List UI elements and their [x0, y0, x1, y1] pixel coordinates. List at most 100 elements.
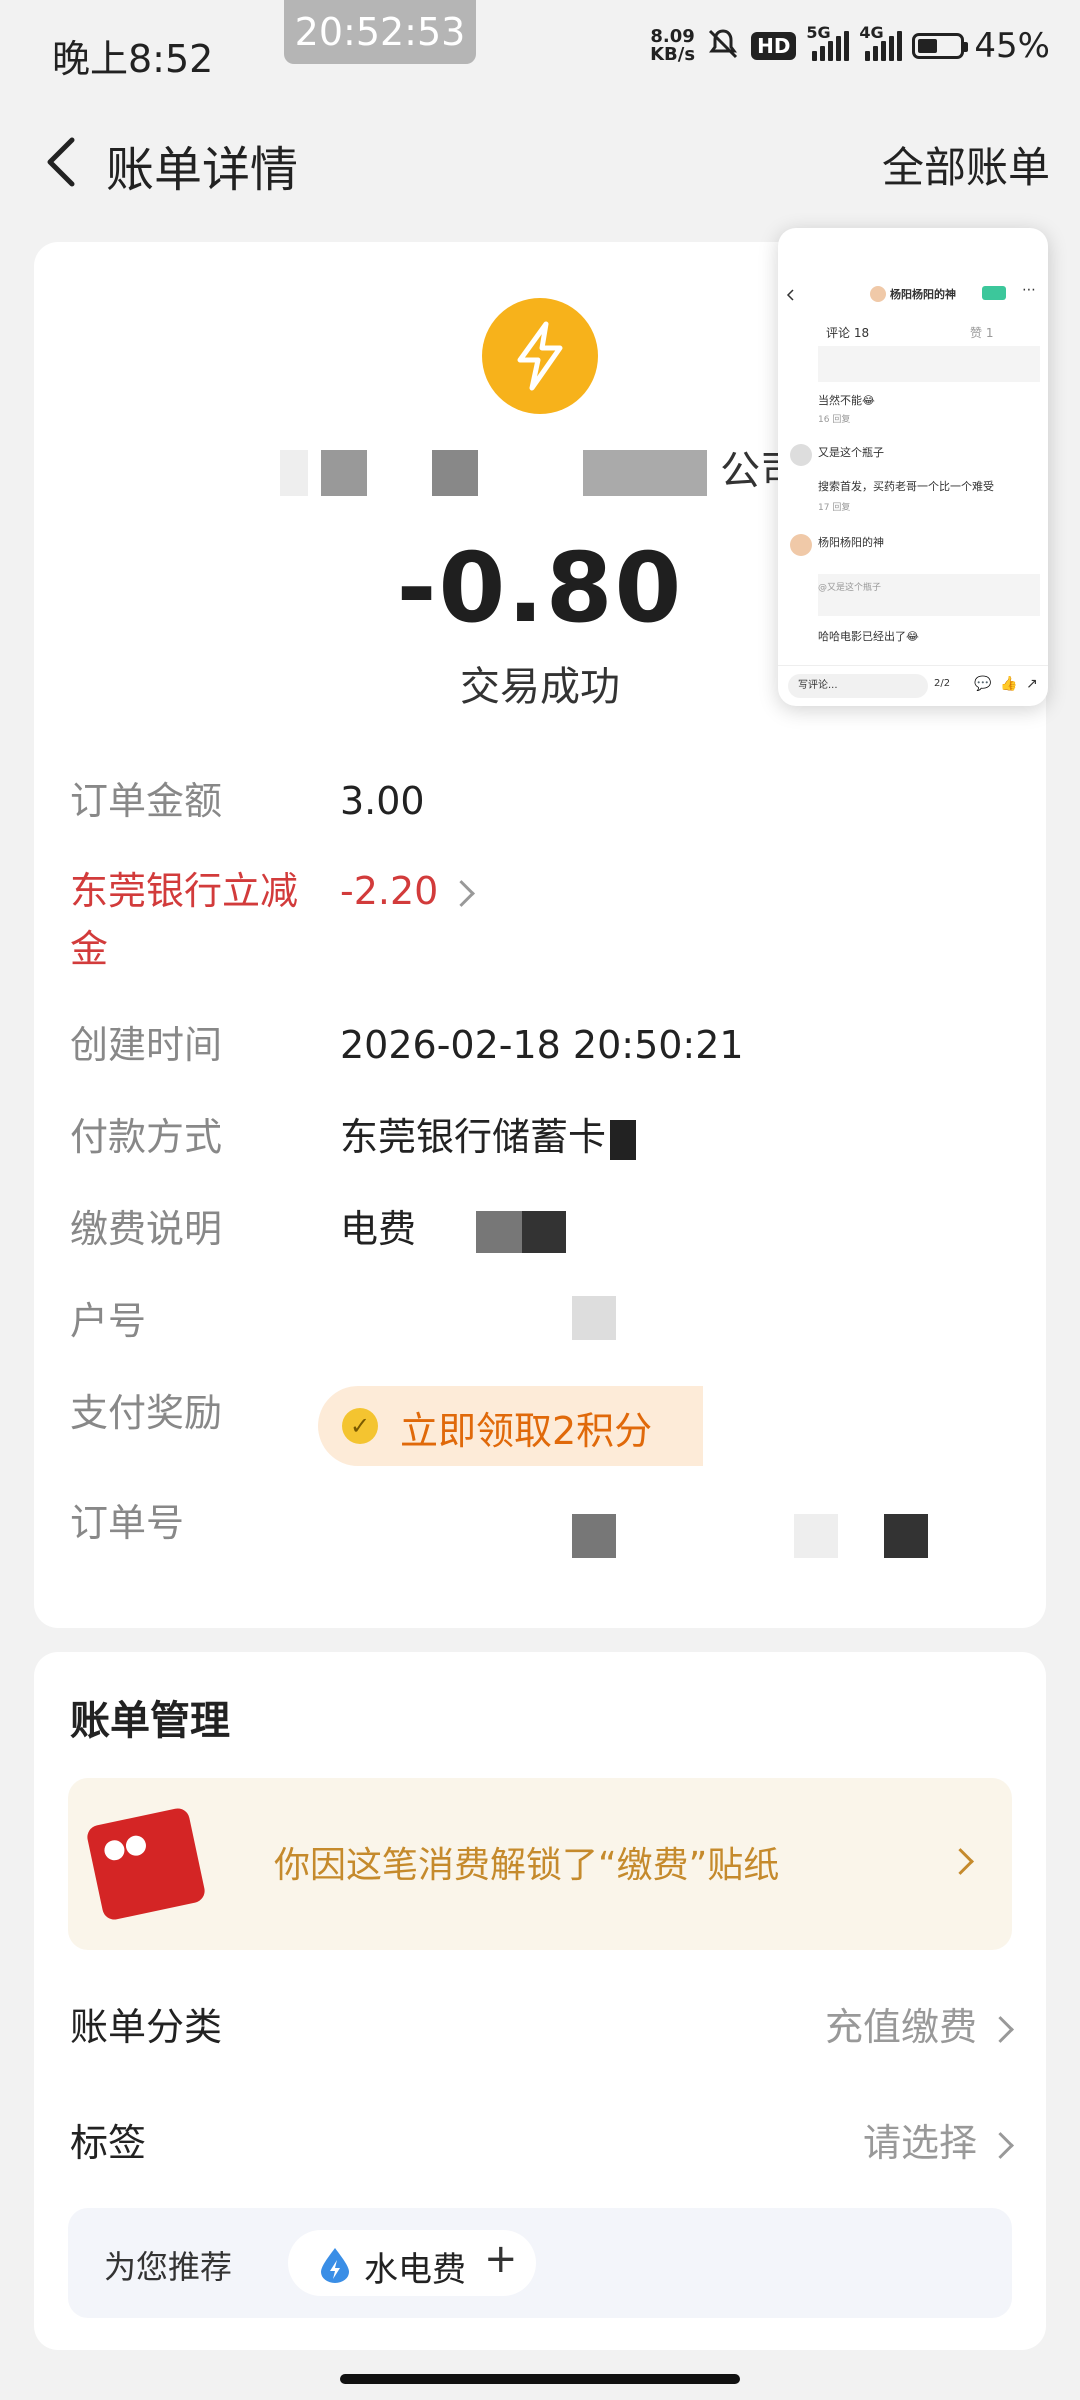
- battery-icon: [912, 33, 969, 59]
- redaction-block: [379, 450, 420, 496]
- redaction-block: [522, 1210, 567, 1253]
- comment-text: 当然不能😂: [818, 394, 875, 407]
- redaction-block: [279, 450, 308, 496]
- comment-meta: 17 回复: [818, 503, 851, 513]
- chevron-right-icon: [987, 2016, 1014, 2043]
- avatar: [790, 444, 812, 466]
- discount-amount: -2.20: [340, 869, 439, 913]
- page-title: 账单详情: [106, 142, 299, 198]
- detail-label: 付款方式: [70, 1115, 223, 1159]
- plus-icon: +: [484, 2236, 518, 2282]
- points-coin-icon: ✓: [342, 1408, 378, 1444]
- redaction-block: [583, 450, 708, 496]
- comment-user: 又是这个瓶子: [818, 446, 884, 459]
- recommend-chip-label: 水电费: [364, 2250, 466, 2290]
- sticker-text: 你因这笔消费解锁了“缴费”贴纸: [274, 1845, 780, 1886]
- section-title: 账单管理: [70, 1698, 230, 1744]
- detail-label: 创建时间: [70, 1023, 223, 1067]
- like-icon: 👍: [1000, 676, 1018, 692]
- hd-badge: HD: [751, 32, 797, 60]
- home-indicator[interactable]: [340, 2374, 740, 2384]
- category-label: 账单分类: [70, 2005, 223, 2049]
- recommend-chip-utilities[interactable]: 水电费 +: [288, 2230, 536, 2296]
- red-card-sticker-icon: [85, 1806, 207, 1922]
- share-icon: ↗: [1026, 676, 1038, 692]
- comment-user: 杨阳杨阳的神: [818, 536, 884, 549]
- redaction-block: [432, 450, 478, 496]
- detail-label: 支付奖励: [70, 1391, 223, 1435]
- detail-value: 东莞银行储蓄卡: [340, 1108, 637, 1166]
- comment-input-bar: 写评论... 2/2 💬 👍 ↗: [778, 665, 1048, 706]
- tag-value: 请选择: [862, 2108, 1014, 2178]
- pip-title: 杨阳杨阳的神: [890, 288, 956, 301]
- comment-text: 搜索首发，买药老哥一个比一个难受: [818, 480, 994, 493]
- claim-reward-button[interactable]: ✓ 立即领取2积分: [318, 1386, 703, 1466]
- comment-input[interactable]: 写评论...: [788, 674, 928, 698]
- avatar: [790, 534, 812, 556]
- signal-4g-icon: 4G: [859, 23, 903, 61]
- detail-value: 3.00: [340, 779, 425, 823]
- avatar: [870, 286, 886, 302]
- tab-comments: 评论 18: [826, 326, 870, 340]
- bill-category-row[interactable]: 账单分类 充值缴费: [70, 1992, 1014, 2062]
- detail-value: 2026-02-18 20:50:21: [340, 1023, 744, 1067]
- water-drop-icon: [321, 2248, 349, 2283]
- comment-icon: 💬: [974, 676, 992, 692]
- chevron-right-icon: [448, 880, 476, 907]
- sim1-label: 5G: [806, 23, 831, 42]
- quote-box: [818, 346, 1040, 382]
- all-bills-link[interactable]: 全部账单: [882, 134, 1050, 195]
- fee-note-text: 电费: [340, 1207, 417, 1251]
- tag-value-text: 请选择: [862, 2121, 977, 2165]
- merchant-logo: [482, 298, 598, 414]
- redaction-block: [572, 1296, 616, 1340]
- net-speed: 8.09 KB/s: [650, 28, 695, 64]
- sticker-banner[interactable]: 你因这笔消费解锁了“缴费”贴纸: [68, 1778, 1012, 1950]
- detail-label: 订单号: [70, 1501, 185, 1545]
- redaction-block: [490, 450, 571, 496]
- category-value-text: 充值缴费: [824, 2005, 977, 2049]
- lightning-icon: [517, 321, 563, 391]
- comment-text: 哈哈电影已经出了😂: [818, 630, 919, 643]
- comment-quote: @又是这个瓶子: [818, 583, 882, 593]
- signal-5g-icon: 5G: [806, 23, 850, 61]
- detail-value-discount: -2.20: [340, 862, 476, 920]
- recommend-box: 为您推荐 水电费 +: [68, 2208, 1012, 2318]
- detail-label: 缴费说明: [70, 1207, 223, 1251]
- chevron-right-icon: [987, 2132, 1014, 2159]
- clock-overlay: 20:52:53: [284, 0, 476, 64]
- redaction-block: [476, 1210, 523, 1253]
- detail-row-discount[interactable]: 东莞银行立减金 -2.20: [70, 862, 1010, 978]
- chevron-left-icon: [786, 289, 794, 301]
- chevron-left-icon: [47, 137, 75, 187]
- chevron-right-icon: [947, 1848, 974, 1875]
- page-indicator: 2/2: [934, 678, 951, 689]
- status-time: 晚上8:52: [52, 37, 214, 81]
- payment-method-text: 东莞银行储蓄卡: [340, 1115, 607, 1159]
- bill-management-card: 账单管理 你因这笔消费解锁了“缴费”贴纸 账单分类 充值缴费 标签 请选择 为您…: [34, 1652, 1046, 2350]
- net-speed-unit: KB/s: [650, 44, 696, 65]
- sim2-label: 4G: [859, 23, 884, 42]
- back-button[interactable]: [34, 132, 94, 192]
- more-icon: ⋯: [1022, 282, 1036, 298]
- detail-label: 订单金额: [70, 779, 223, 823]
- detail-label: 东莞银行立减金: [70, 869, 299, 971]
- tag-label: 标签: [70, 2121, 147, 2165]
- detail-label: 户号: [70, 1299, 147, 1343]
- category-value: 充值缴费: [824, 1992, 1014, 2062]
- status-bar: 晚上8:52 20:52:53 8.09 KB/s HD 5G 4G 45%: [0, 0, 1080, 100]
- redaction-block: [572, 1514, 616, 1558]
- tag-row[interactable]: 标签 请选择: [70, 2108, 1014, 2178]
- recommend-label: 为您推荐: [104, 2248, 233, 2286]
- reward-text: 立即领取2积分: [400, 1409, 653, 1453]
- floating-window-preview[interactable]: 杨阳杨阳的神 ⋯ 评论 18 赞 1 当然不能😂 16 回复 又是这个瓶子 搜索…: [778, 228, 1048, 706]
- detail-value: 电费: [340, 1200, 567, 1258]
- redaction-block: [610, 1119, 637, 1160]
- tab-likes: 赞 1: [970, 326, 994, 340]
- nav-header: 账单详情 全部账单: [0, 110, 1080, 210]
- redaction-block: [320, 450, 367, 496]
- comment-meta: 16 回复: [818, 415, 851, 425]
- mute-bell-icon: [705, 26, 741, 66]
- redaction-block: [884, 1514, 928, 1558]
- redaction-block: [794, 1514, 838, 1558]
